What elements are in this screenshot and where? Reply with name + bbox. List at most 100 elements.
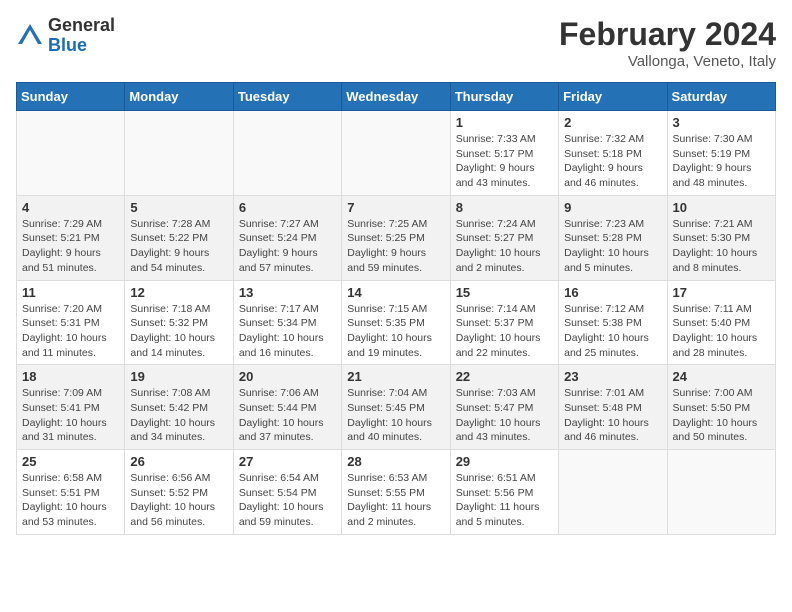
logo: General Blue xyxy=(16,16,115,56)
day-info: Sunrise: 7:28 AMSunset: 5:22 PMDaylight:… xyxy=(130,217,227,276)
day-number: 7 xyxy=(347,200,444,215)
day-number: 26 xyxy=(130,454,227,469)
day-info: Sunrise: 7:01 AMSunset: 5:48 PMDaylight:… xyxy=(564,386,661,445)
weekday-header: Friday xyxy=(559,83,667,111)
calendar-cell: 28 Sunrise: 6:53 AMSunset: 5:55 PMDayligh… xyxy=(342,450,450,535)
day-number: 19 xyxy=(130,369,227,384)
day-number: 6 xyxy=(239,200,336,215)
day-number: 1 xyxy=(456,115,553,130)
day-number: 4 xyxy=(22,200,119,215)
calendar-week-row: 18 Sunrise: 7:09 AMSunset: 5:41 PMDayligh… xyxy=(17,365,776,450)
calendar-cell: 21 Sunrise: 7:04 AMSunset: 5:45 PMDayligh… xyxy=(342,365,450,450)
day-info: Sunrise: 7:03 AMSunset: 5:47 PMDaylight:… xyxy=(456,386,553,445)
calendar-cell: 27Sunrise: 6:54 AMSunset: 5:54 PMDayligh… xyxy=(233,450,341,535)
day-info: Sunrise: 7:21 AMSunset: 5:30 PMDaylight:… xyxy=(673,217,770,276)
day-info: Sunrise: 7:00 AMSunset: 5:50 PMDaylight:… xyxy=(673,386,770,445)
weekday-header: Sunday xyxy=(17,83,125,111)
day-info: Sunrise: 7:12 AMSunset: 5:38 PMDaylight:… xyxy=(564,302,661,361)
calendar-cell: 29Sunrise: 6:51 AMSunset: 5:56 PMDayligh… xyxy=(450,450,558,535)
calendar-cell: 14 Sunrise: 7:15 AMSunset: 5:35 PMDayligh… xyxy=(342,280,450,365)
calendar-week-row: 1 Sunrise: 7:33 AMSunset: 5:17 PMDaylight… xyxy=(17,111,776,196)
day-info: Sunrise: 7:11 AMSunset: 5:40 PMDaylight:… xyxy=(673,302,770,361)
day-number: 13 xyxy=(239,285,336,300)
day-info: Sunrise: 7:20 AMSunset: 5:31 PMDaylight:… xyxy=(22,302,119,361)
month-title: February 2024 xyxy=(559,16,776,53)
day-number: 8 xyxy=(456,200,553,215)
day-info: Sunrise: 7:09 AMSunset: 5:41 PMDaylight:… xyxy=(22,386,119,445)
calendar-cell: 19 Sunrise: 7:08 AMSunset: 5:42 PMDayligh… xyxy=(125,365,233,450)
location-subtitle: Vallonga, Veneto, Italy xyxy=(559,53,776,70)
day-info: Sunrise: 7:08 AMSunset: 5:42 PMDaylight:… xyxy=(130,386,227,445)
calendar-cell: 26 Sunrise: 6:56 AMSunset: 5:52 PMDayligh… xyxy=(125,450,233,535)
calendar-cell xyxy=(342,111,450,196)
day-number: 10 xyxy=(673,200,770,215)
day-number: 17 xyxy=(673,285,770,300)
day-info: Sunrise: 7:04 AMSunset: 5:45 PMDaylight:… xyxy=(347,386,444,445)
calendar-cell: 8 Sunrise: 7:24 AMSunset: 5:27 PMDaylight… xyxy=(450,195,558,280)
calendar-cell: 23 Sunrise: 7:01 AMSunset: 5:48 PMDayligh… xyxy=(559,365,667,450)
weekday-header-row: SundayMondayTuesdayWednesdayThursdayFrid… xyxy=(17,83,776,111)
weekday-header: Wednesday xyxy=(342,83,450,111)
calendar-cell xyxy=(125,111,233,196)
day-number: 15 xyxy=(456,285,553,300)
day-number: 28 xyxy=(347,454,444,469)
weekday-header: Thursday xyxy=(450,83,558,111)
weekday-header: Tuesday xyxy=(233,83,341,111)
day-info: Sunrise: 7:32 AMSunset: 5:18 PMDaylight:… xyxy=(564,132,661,191)
day-number: 12 xyxy=(130,285,227,300)
day-number: 9 xyxy=(564,200,661,215)
calendar-week-row: 25Sunrise: 6:58 AMSunset: 5:51 PMDayligh… xyxy=(17,450,776,535)
calendar-cell: 13 Sunrise: 7:17 AMSunset: 5:34 PMDayligh… xyxy=(233,280,341,365)
weekday-header: Saturday xyxy=(667,83,775,111)
day-info: Sunrise: 7:30 AMSunset: 5:19 PMDaylight:… xyxy=(673,132,770,191)
calendar-cell: 18 Sunrise: 7:09 AMSunset: 5:41 PMDayligh… xyxy=(17,365,125,450)
logo-text: General Blue xyxy=(48,16,115,56)
calendar-cell: 15 Sunrise: 7:14 AMSunset: 5:37 PMDayligh… xyxy=(450,280,558,365)
day-info: Sunrise: 7:24 AMSunset: 5:27 PMDaylight:… xyxy=(456,217,553,276)
calendar-cell xyxy=(667,450,775,535)
day-info: Sunrise: 7:23 AMSunset: 5:28 PMDaylight:… xyxy=(564,217,661,276)
day-number: 27 xyxy=(239,454,336,469)
calendar-cell: 24 Sunrise: 7:00 AMSunset: 5:50 PMDayligh… xyxy=(667,365,775,450)
logo-icon xyxy=(16,22,44,50)
calendar-cell xyxy=(559,450,667,535)
calendar-table: SundayMondayTuesdayWednesdayThursdayFrid… xyxy=(16,82,776,535)
calendar-cell: 10 Sunrise: 7:21 AMSunset: 5:30 PMDayligh… xyxy=(667,195,775,280)
calendar-cell xyxy=(233,111,341,196)
day-info: Sunrise: 7:25 AMSunset: 5:25 PMDaylight:… xyxy=(347,217,444,276)
page-header: General Blue February 2024 Vallonga, Ven… xyxy=(16,16,776,70)
calendar-cell: 4 Sunrise: 7:29 AMSunset: 5:21 PMDaylight… xyxy=(17,195,125,280)
day-number: 24 xyxy=(673,369,770,384)
day-number: 18 xyxy=(22,369,119,384)
calendar-cell: 2Sunrise: 7:32 AMSunset: 5:18 PMDaylight… xyxy=(559,111,667,196)
day-number: 16 xyxy=(564,285,661,300)
day-number: 14 xyxy=(347,285,444,300)
calendar-cell: 7 Sunrise: 7:25 AMSunset: 5:25 PMDaylight… xyxy=(342,195,450,280)
day-info: Sunrise: 7:14 AMSunset: 5:37 PMDaylight:… xyxy=(456,302,553,361)
calendar-cell: 9 Sunrise: 7:23 AMSunset: 5:28 PMDaylight… xyxy=(559,195,667,280)
day-number: 20 xyxy=(239,369,336,384)
day-number: 23 xyxy=(564,369,661,384)
day-info: Sunrise: 7:15 AMSunset: 5:35 PMDaylight:… xyxy=(347,302,444,361)
day-number: 5 xyxy=(130,200,227,215)
calendar-cell: 6 Sunrise: 7:27 AMSunset: 5:24 PMDaylight… xyxy=(233,195,341,280)
day-info: Sunrise: 7:18 AMSunset: 5:32 PMDaylight:… xyxy=(130,302,227,361)
calendar-week-row: 11Sunrise: 7:20 AMSunset: 5:31 PMDayligh… xyxy=(17,280,776,365)
day-info: Sunrise: 6:53 AMSunset: 5:55 PMDaylight:… xyxy=(347,471,444,530)
calendar-cell: 12 Sunrise: 7:18 AMSunset: 5:32 PMDayligh… xyxy=(125,280,233,365)
day-info: Sunrise: 7:29 AMSunset: 5:21 PMDaylight:… xyxy=(22,217,119,276)
day-info: Sunrise: 6:56 AMSunset: 5:52 PMDaylight:… xyxy=(130,471,227,530)
calendar-cell: 3 Sunrise: 7:30 AMSunset: 5:19 PMDaylight… xyxy=(667,111,775,196)
day-number: 3 xyxy=(673,115,770,130)
day-info: Sunrise: 7:06 AMSunset: 5:44 PMDaylight:… xyxy=(239,386,336,445)
calendar-cell: 20 Sunrise: 7:06 AMSunset: 5:44 PMDayligh… xyxy=(233,365,341,450)
calendar-cell: 1 Sunrise: 7:33 AMSunset: 5:17 PMDaylight… xyxy=(450,111,558,196)
day-info: Sunrise: 7:33 AMSunset: 5:17 PMDaylight:… xyxy=(456,132,553,191)
day-info: Sunrise: 7:27 AMSunset: 5:24 PMDaylight:… xyxy=(239,217,336,276)
day-info: Sunrise: 6:51 AMSunset: 5:56 PMDaylight:… xyxy=(456,471,553,530)
calendar-cell: 11Sunrise: 7:20 AMSunset: 5:31 PMDayligh… xyxy=(17,280,125,365)
day-info: Sunrise: 7:17 AMSunset: 5:34 PMDaylight:… xyxy=(239,302,336,361)
weekday-header: Monday xyxy=(125,83,233,111)
title-area: February 2024 Vallonga, Veneto, Italy xyxy=(559,16,776,70)
day-number: 21 xyxy=(347,369,444,384)
